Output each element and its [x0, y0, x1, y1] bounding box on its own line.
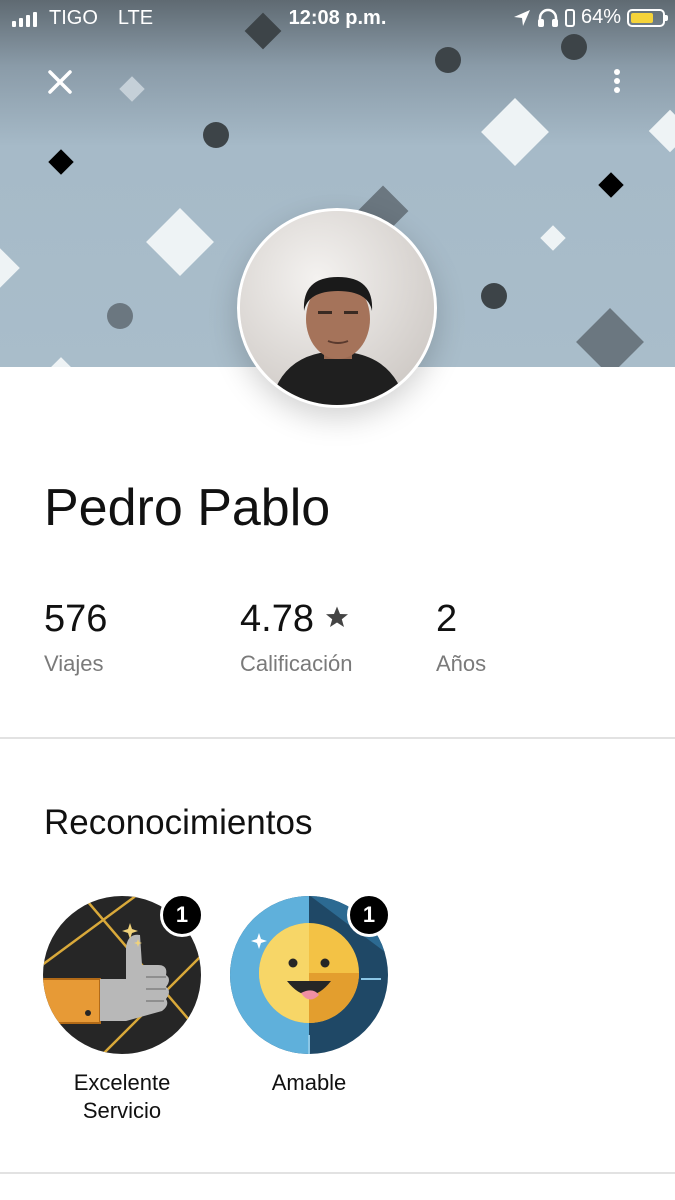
stat-trips: 576 Viajes [44, 598, 107, 677]
headphones-icon [537, 8, 558, 27]
battery-icon [627, 8, 668, 27]
status-bar: TIGO LTE 12:08 p.m. 64% [0, 0, 675, 38]
recognitions-title: Reconocimientos [44, 803, 313, 842]
divider [0, 737, 675, 739]
stat-years: 2 Años [436, 598, 486, 677]
badge-label: Excelente Servicio [73, 1070, 171, 1123]
badge-label: Amable [271, 1070, 347, 1095]
divider [0, 1172, 675, 1174]
close-icon[interactable] [40, 62, 80, 102]
badge-friendly[interactable]: 1 Amable [228, 893, 391, 1097]
stat-trips-value: 576 [44, 598, 108, 640]
badge-icon-wrapper: 1 [229, 893, 391, 1055]
stat-rating-value: 4.78 [240, 598, 314, 640]
stat-years-label: Años [436, 651, 487, 676]
driver-photo [240, 211, 434, 405]
stat-rating: 4.78 Calificación [240, 598, 353, 677]
badge-count: 1 [347, 893, 391, 937]
location-arrow-icon [513, 9, 530, 26]
more-vertical-icon[interactable] [603, 64, 631, 100]
badge-icon-wrapper: 1 [42, 893, 204, 1055]
badge-count: 1 [160, 893, 204, 937]
battery-percent: 64% [580, 6, 621, 28]
stat-years-value: 2 [436, 598, 458, 640]
orientation-lock-icon [564, 8, 575, 27]
badge-excellent-service[interactable]: 1 Excelente Servicio [41, 893, 204, 1125]
driver-name: Pedro Pablo [44, 479, 331, 537]
stat-rating-value-row: 4.78 [240, 598, 353, 641]
status-bar-right: 64% [513, 6, 668, 29]
stat-trips-label: Viajes [44, 651, 104, 676]
stat-rating-label: Calificación [240, 651, 353, 676]
star-icon [325, 606, 348, 627]
avatar [237, 208, 437, 408]
